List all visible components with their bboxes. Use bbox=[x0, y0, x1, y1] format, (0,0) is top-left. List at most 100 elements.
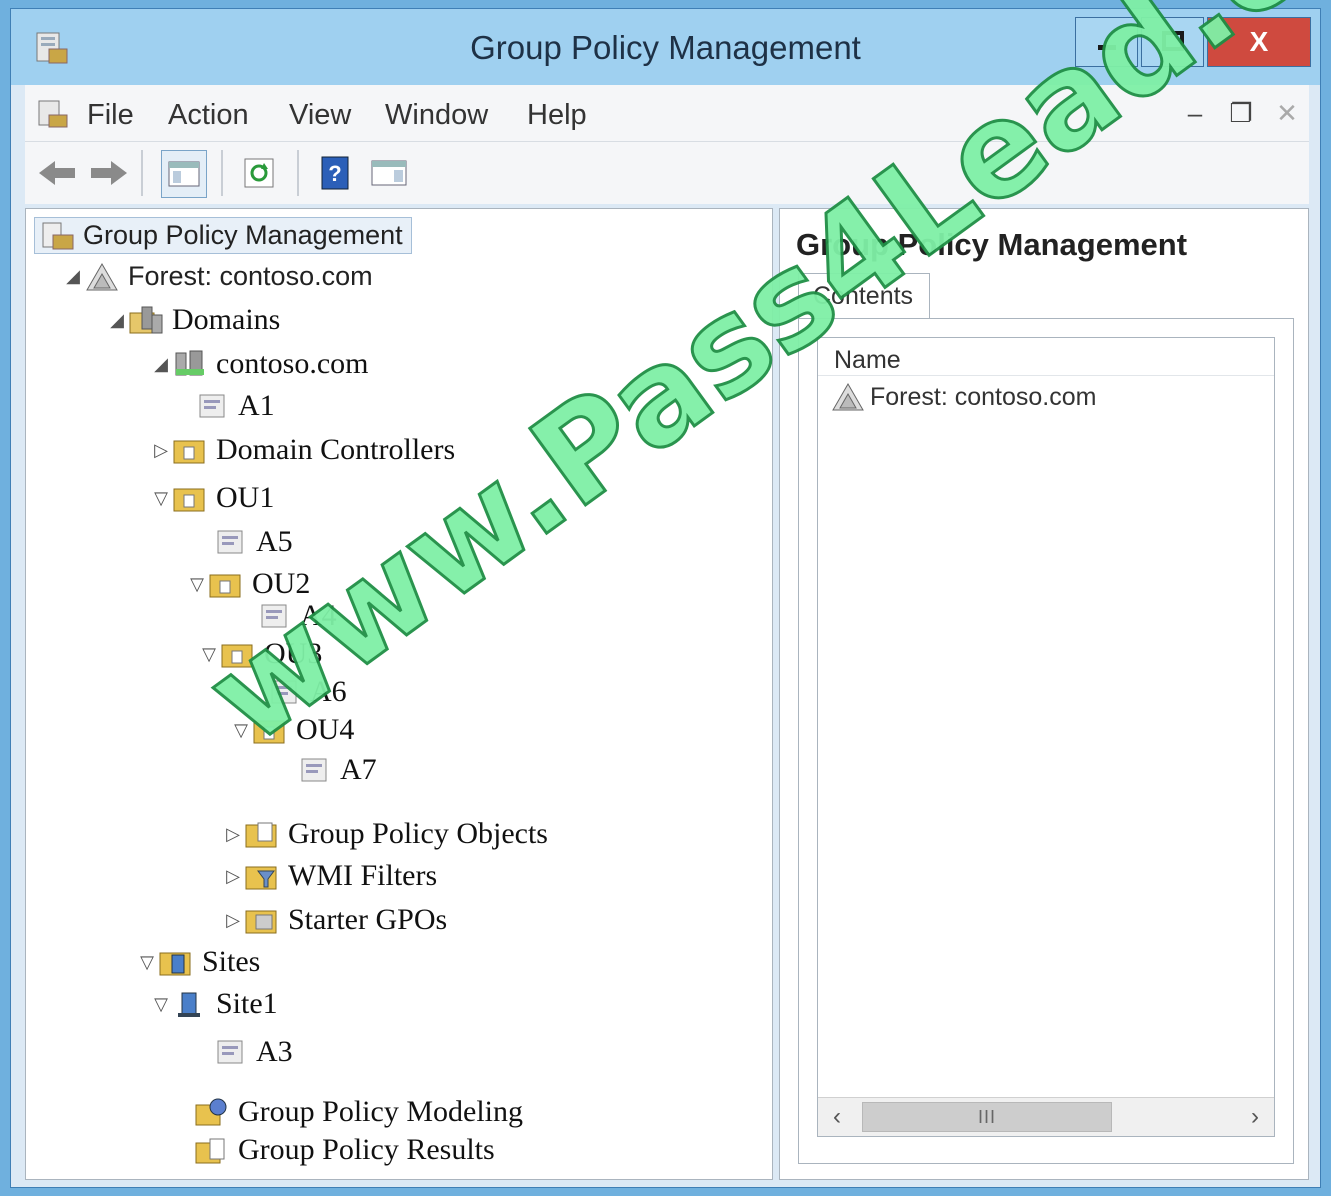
menu-window[interactable]: Window bbox=[385, 99, 488, 132]
gpo-link-icon bbox=[261, 604, 287, 628]
tree-node-domains[interactable]: ◢ Domains bbox=[106, 303, 280, 337]
forward-icon bbox=[91, 161, 127, 185]
tree-node-results[interactable]: Group Policy Results bbox=[172, 1133, 495, 1167]
tree-node-forest[interactable]: ◢ Forest: contoso.com bbox=[62, 261, 373, 292]
ou-folder-icon bbox=[209, 574, 241, 598]
forest-icon bbox=[86, 262, 118, 290]
tree-node-root[interactable]: Group Policy Management bbox=[34, 217, 412, 254]
tree-node-domain[interactable]: ◢ contoso.com bbox=[150, 347, 368, 381]
menu-help[interactable]: Help bbox=[527, 99, 587, 132]
gpm-icon bbox=[42, 222, 74, 249]
tree-label: Forest: contoso.com bbox=[128, 261, 373, 291]
tree-node-gpo-link[interactable]: A3 bbox=[212, 1035, 293, 1069]
tree-label: A4 bbox=[300, 599, 337, 632]
app-window: Group Policy Management X File Action Vi… bbox=[10, 8, 1321, 1188]
collapse-arrow-icon[interactable]: ◢ bbox=[62, 266, 84, 287]
tree-node-ou4[interactable]: ▽ OU4 bbox=[230, 713, 354, 747]
scroll-right-icon[interactable]: › bbox=[1236, 1098, 1274, 1136]
tree-label: A1 bbox=[238, 389, 275, 422]
show-hide-tree-icon bbox=[168, 161, 200, 187]
gpo-folder-icon bbox=[245, 822, 277, 848]
collapse-arrow-icon[interactable]: ▽ bbox=[198, 644, 220, 665]
scroll-thumb[interactable]: III bbox=[862, 1102, 1112, 1132]
collapse-arrow-icon[interactable]: ▽ bbox=[150, 488, 172, 509]
tree-node-ou2[interactable]: ▽ OU2 bbox=[186, 567, 310, 601]
tree-node-wmi-filters[interactable]: ▷ WMI Filters bbox=[222, 859, 437, 893]
tree-node-gpo-link[interactable]: A7 bbox=[296, 753, 377, 787]
tab-panel: Name Forest: contoso.com ‹ III › bbox=[798, 318, 1294, 1164]
ou-folder-icon bbox=[221, 644, 253, 668]
maximize-button[interactable] bbox=[1141, 17, 1204, 67]
tree-label: OU2 bbox=[252, 567, 311, 600]
minimize-button[interactable] bbox=[1075, 17, 1138, 67]
close-icon: X bbox=[1249, 26, 1269, 57]
details-pane: Group Policy Management Contents Name Fo… bbox=[779, 208, 1309, 1180]
expand-arrow-icon[interactable]: ▷ bbox=[150, 440, 172, 461]
help-icon: ? bbox=[321, 156, 349, 190]
refresh-button[interactable] bbox=[237, 150, 281, 196]
tree-node-starter-gpos[interactable]: ▷ Starter GPOs bbox=[222, 903, 447, 937]
tree-node-group-policy-objects[interactable]: ▷ Group Policy Objects bbox=[222, 817, 548, 851]
collapse-arrow-icon[interactable]: ▽ bbox=[150, 994, 172, 1015]
collapse-arrow-icon[interactable]: ◢ bbox=[150, 354, 172, 375]
tree-node-gpo-link[interactable]: A4 bbox=[256, 599, 337, 633]
console-tree: Group Policy Management ◢ Forest: contos… bbox=[25, 208, 773, 1180]
forward-button[interactable] bbox=[87, 150, 131, 196]
menu-file[interactable]: File bbox=[87, 99, 134, 132]
help-button[interactable]: ? bbox=[313, 150, 357, 196]
tree-node-gpo-link[interactable]: A5 bbox=[212, 525, 293, 559]
tree-node-ou3[interactable]: ▽ OU3 bbox=[198, 637, 322, 671]
tree-label: Group Policy Objects bbox=[288, 817, 548, 850]
menu-action[interactable]: Action bbox=[168, 99, 249, 132]
tree-node-ou1[interactable]: ▽ OU1 bbox=[150, 481, 274, 515]
tree-node-sites[interactable]: ▽ Sites bbox=[136, 945, 260, 979]
close-button[interactable]: X bbox=[1207, 17, 1311, 67]
column-header-name[interactable]: Name bbox=[818, 338, 1274, 376]
close-icon: ✕ bbox=[1276, 97, 1298, 128]
collapse-arrow-icon[interactable]: ▽ bbox=[230, 720, 252, 741]
minimize-icon bbox=[1097, 45, 1116, 50]
collapse-arrow-icon[interactable]: ◢ bbox=[106, 310, 128, 331]
expand-arrow-icon[interactable]: ▷ bbox=[222, 910, 244, 931]
back-button[interactable] bbox=[35, 150, 79, 196]
horizontal-scrollbar[interactable]: ‹ III › bbox=[818, 1097, 1274, 1136]
menu-view[interactable]: View bbox=[289, 99, 351, 132]
mdi-restore-button[interactable]: ❐ bbox=[1221, 93, 1261, 133]
details-title: Group Policy Management bbox=[796, 227, 1188, 262]
list-item[interactable]: Forest: contoso.com bbox=[830, 382, 1096, 412]
tree-label: contoso.com bbox=[216, 347, 369, 380]
tree-label: Sites bbox=[202, 945, 261, 978]
minimize-icon: – bbox=[1187, 97, 1203, 128]
expand-arrow-icon[interactable]: ▷ bbox=[222, 866, 244, 887]
tree-label: WMI Filters bbox=[288, 859, 438, 892]
show-hide-tree-button[interactable] bbox=[161, 150, 207, 198]
tree-label: OU4 bbox=[296, 713, 355, 746]
domain-icon bbox=[175, 350, 204, 376]
tab-contents[interactable]: Contents bbox=[798, 273, 930, 319]
ou-folder-icon bbox=[253, 720, 285, 744]
starter-gpo-folder-icon bbox=[245, 910, 277, 934]
mdi-close-button[interactable]: ✕ bbox=[1267, 93, 1307, 133]
tree-label: A7 bbox=[340, 753, 377, 786]
tree-node-gpo-link[interactable]: A6 bbox=[266, 675, 347, 709]
tree-label: Site1 bbox=[216, 987, 278, 1020]
tree-label: Group Policy Results bbox=[238, 1133, 495, 1166]
mdi-minimize-button[interactable]: – bbox=[1175, 93, 1215, 133]
collapse-arrow-icon[interactable]: ▽ bbox=[136, 952, 158, 973]
console-icon[interactable] bbox=[37, 99, 69, 129]
tree-node-site1[interactable]: ▽ Site1 bbox=[150, 987, 278, 1021]
gpo-link-icon bbox=[217, 1040, 243, 1064]
show-action-pane-button[interactable] bbox=[367, 150, 411, 196]
ou-folder-icon bbox=[173, 488, 205, 512]
tree-node-domain-controllers[interactable]: ▷ Domain Controllers bbox=[150, 433, 455, 467]
tree-node-modeling[interactable]: Group Policy Modeling bbox=[172, 1095, 523, 1129]
collapse-arrow-icon[interactable]: ▽ bbox=[186, 574, 208, 595]
expand-arrow-icon[interactable]: ▷ bbox=[222, 824, 244, 845]
title-bar[interactable]: Group Policy Management X bbox=[11, 9, 1320, 85]
toolbar-separator bbox=[221, 150, 223, 196]
tree-label: Domains bbox=[172, 303, 281, 336]
gpo-link-icon bbox=[271, 680, 297, 704]
modeling-icon bbox=[195, 1098, 227, 1126]
tree-node-gpo-link[interactable]: A1 bbox=[172, 389, 275, 423]
scroll-left-icon[interactable]: ‹ bbox=[818, 1098, 856, 1136]
